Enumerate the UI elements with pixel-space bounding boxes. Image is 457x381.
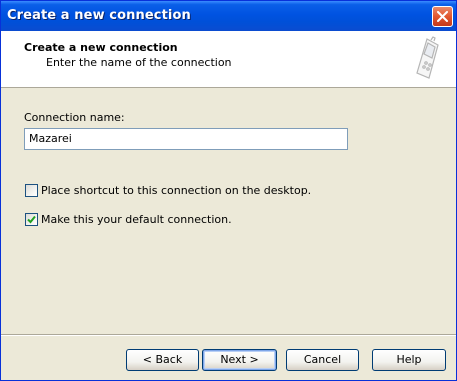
shortcut-checkbox[interactable] [25, 184, 38, 197]
next-button[interactable]: Next > [202, 349, 277, 371]
back-button[interactable]: < Back [126, 349, 199, 371]
wizard-header: Create a new connection Enter the name o… [1, 31, 456, 88]
window-title: Create a new connection [7, 8, 191, 23]
header-title: Create a new connection [24, 41, 178, 54]
default-connection-checkbox[interactable] [25, 213, 38, 226]
connection-name-label: Connection name: [24, 111, 125, 124]
close-button[interactable] [432, 6, 453, 27]
footer-separator [1, 334, 456, 336]
dialog-body: Connection name: Mazarei Place shortcut … [1, 88, 456, 333]
mobile-phone-icon [416, 36, 439, 79]
close-icon [437, 11, 448, 22]
dialog-window: Create a new connection Create a new con… [0, 0, 457, 381]
checkmark-icon [27, 215, 36, 224]
shortcut-checkbox-label[interactable]: Place shortcut to this connection on the… [41, 184, 311, 197]
connection-name-input[interactable]: Mazarei [24, 128, 348, 150]
help-button[interactable]: Help [372, 349, 446, 371]
header-subtitle: Enter the name of the connection [46, 56, 232, 69]
title-bar[interactable]: Create a new connection [1, 1, 456, 31]
cancel-button[interactable]: Cancel [286, 349, 359, 371]
default-connection-checkbox-label[interactable]: Make this your default connection. [41, 213, 232, 226]
